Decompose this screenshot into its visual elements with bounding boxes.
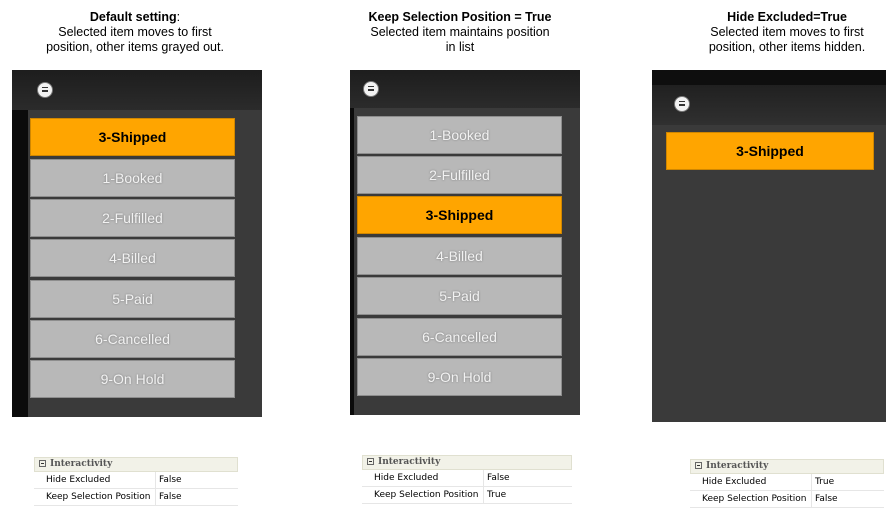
property-value[interactable]: True [811, 474, 834, 490]
list-item[interactable]: 5-Paid [30, 280, 235, 318]
properties-grid-default: Interactivity Hide Excluded False Keep S… [34, 457, 238, 506]
property-category-header[interactable]: Interactivity [34, 457, 238, 472]
list-item[interactable]: 4-Billed [357, 237, 562, 275]
properties-grid-keep-selection: Interactivity Hide Excluded False Keep S… [362, 455, 572, 504]
list-item[interactable]: 2-Fulfilled [357, 156, 562, 194]
property-name: Hide Excluded [374, 473, 439, 483]
caption-default: Default setting: Selected item moves to … [20, 10, 250, 55]
list-item[interactable]: 6-Cancelled [30, 320, 235, 358]
property-category-label: Interactivity [50, 459, 113, 469]
property-value[interactable]: False [155, 489, 182, 505]
list-item[interactable]: 5-Paid [357, 277, 562, 315]
caption-line: Selected item moves to first [710, 25, 864, 39]
property-row[interactable]: Hide Excluded False [34, 472, 238, 489]
property-category-header[interactable]: Interactivity [362, 455, 572, 470]
caption-line: Selected item maintains position [370, 25, 550, 39]
caption-title: Default setting [89, 10, 177, 24]
menu-icon[interactable] [363, 81, 379, 97]
list-item[interactable]: 4-Billed [30, 239, 235, 277]
property-name: Keep Selection Position [374, 490, 479, 500]
property-row[interactable]: Hide Excluded True [690, 474, 884, 491]
panel-edge [350, 70, 354, 415]
list-item-selected[interactable]: 3-Shipped [357, 196, 562, 234]
caption-hide-excluded: Hide Excluded=True Selected item moves t… [682, 10, 886, 55]
property-row[interactable]: Keep Selection Position False [34, 489, 238, 506]
property-row[interactable]: Keep Selection Position True [362, 487, 572, 504]
property-row[interactable]: Hide Excluded False [362, 470, 572, 487]
list-item[interactable]: 9-On Hold [357, 358, 562, 396]
list-item[interactable]: 1-Booked [30, 159, 235, 197]
property-value[interactable]: True [483, 487, 506, 503]
menu-icon[interactable] [37, 82, 53, 98]
collapse-icon[interactable] [695, 462, 702, 469]
caption-line: position, other items grayed out. [46, 40, 224, 54]
list-item[interactable]: 1-Booked [357, 116, 562, 154]
properties-grid-hide-excluded: Interactivity Hide Excluded True Keep Se… [690, 459, 884, 508]
panel-header-bar [350, 70, 580, 108]
property-name: Keep Selection Position [46, 492, 151, 502]
panel-edge [12, 70, 28, 417]
property-name: Hide Excluded [702, 477, 767, 487]
list-item[interactable]: 6-Cancelled [357, 318, 562, 356]
property-value[interactable]: False [483, 470, 510, 486]
caption-title: Hide Excluded=True [727, 10, 847, 24]
property-value[interactable]: False [811, 491, 838, 507]
list-item-selected[interactable]: 3-Shipped [30, 118, 235, 156]
list-panel-hide-excluded: 3-Shipped [652, 70, 886, 422]
collapse-icon[interactable] [39, 460, 46, 467]
list-panel-keep-selection: 1-Booked 2-Fulfilled 3-Shipped 4-Billed … [350, 70, 580, 415]
property-category-label: Interactivity [378, 457, 441, 467]
property-value[interactable]: False [155, 472, 182, 488]
caption-title: Keep Selection Position = True [368, 10, 552, 24]
caption-title-suffix: : [176, 10, 181, 24]
caption-line: position, other items hidden. [708, 40, 866, 54]
property-category-label: Interactivity [706, 461, 769, 471]
list-item[interactable]: 9-On Hold [30, 360, 235, 398]
caption-line: Selected item moves to first [58, 25, 212, 39]
list-panel-default: 3-Shipped 1-Booked 2-Fulfilled 4-Billed … [12, 70, 262, 417]
caption-line: in list [445, 40, 475, 54]
property-name: Hide Excluded [46, 475, 111, 485]
list-item[interactable]: 2-Fulfilled [30, 199, 235, 237]
collapse-icon[interactable] [367, 458, 374, 465]
property-category-header[interactable]: Interactivity [690, 459, 884, 474]
list-item-selected[interactable]: 3-Shipped [666, 132, 874, 170]
caption-keep-selection: Keep Selection Position = True Selected … [340, 10, 580, 55]
property-name: Keep Selection Position [702, 494, 807, 504]
property-row[interactable]: Keep Selection Position False [690, 491, 884, 508]
menu-icon[interactable] [674, 96, 690, 112]
